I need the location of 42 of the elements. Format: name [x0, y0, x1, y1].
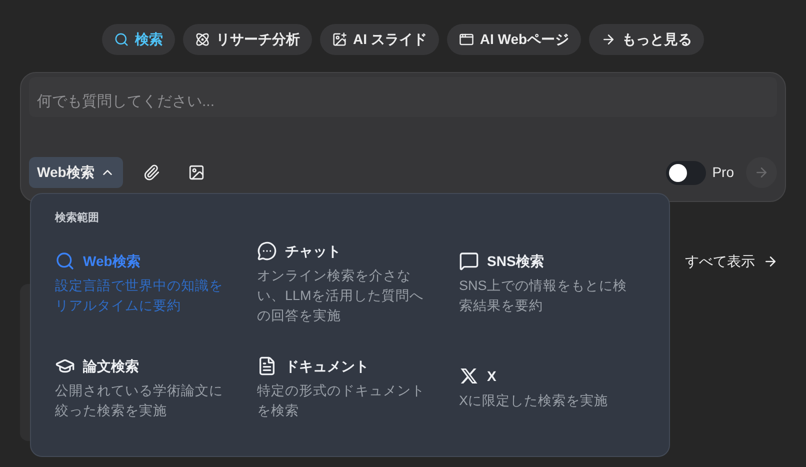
arrow-right-icon	[763, 254, 778, 269]
show-all-link[interactable]: すべて表示	[685, 251, 786, 272]
x-logo-icon	[459, 366, 479, 386]
document-icon	[257, 356, 277, 376]
arrow-right-icon	[601, 32, 616, 47]
search-scope-option[interactable]: チャット オンライン検索を介さない、LLMを活用した質問への回答を実施	[257, 240, 443, 326]
mode-chip[interactable]: AI スライド	[320, 24, 439, 55]
option-description: SNS上での情報をもとに検索結果を要約	[459, 276, 628, 314]
arrow-right-icon	[754, 165, 769, 180]
search-scope-option[interactable]: SNS検索 SNS上での情報をもとに検索結果を要約	[459, 250, 645, 316]
search-scope-option[interactable]: X Xに限定した検索を実施	[459, 366, 645, 410]
pro-label: Pro	[712, 163, 734, 182]
paperclip-icon	[143, 164, 160, 181]
option-title: Web検索	[83, 252, 140, 270]
slide-icon	[332, 32, 347, 47]
option-title: 論文検索	[83, 356, 139, 376]
mode-chip[interactable]: AI Webページ	[446, 24, 582, 55]
option-title: X	[487, 366, 496, 386]
option-description: オンライン検索を介さない、LLMを活用した質問への回答を実施	[257, 266, 424, 324]
option-description: 特定の形式のドキュメントを検索	[257, 382, 426, 420]
speech-bubble-icon	[459, 251, 479, 271]
option-title: SNS検索	[487, 252, 544, 270]
atom-icon	[194, 32, 210, 47]
search-mode-button[interactable]: Web検索	[29, 157, 124, 188]
image-icon	[188, 164, 206, 181]
option-description: 公開されている学術論文に絞った検索を実施	[55, 382, 224, 420]
mode-chip[interactable]: もっと見る	[589, 24, 704, 55]
search-icon	[114, 32, 129, 47]
option-description: Xに限定した検索を実施	[459, 392, 610, 410]
menu-title: 検索範囲	[55, 210, 100, 226]
search-scope-option[interactable]: 論文検索 公開されている学術論文に絞った検索を実施	[55, 356, 241, 420]
search-scope-option[interactable]: ドキュメント 特定の形式のドキュメントを検索	[257, 356, 443, 420]
browser-window-icon	[458, 32, 474, 47]
option-title: ドキュメント	[285, 356, 369, 376]
mode-chip[interactable]: リサーチ分析	[182, 24, 312, 55]
chat-bubble-icon	[257, 241, 277, 261]
pro-toggle[interactable]	[666, 160, 706, 184]
prompt-input[interactable]: 何でも質問してください...	[29, 77, 777, 117]
option-description: 設定言語で世界中の知識をリアルタイムに要約	[55, 276, 224, 314]
mode-chip[interactable]: 検索	[102, 24, 175, 55]
option-title: チャット	[285, 242, 341, 260]
search-icon	[55, 251, 75, 271]
